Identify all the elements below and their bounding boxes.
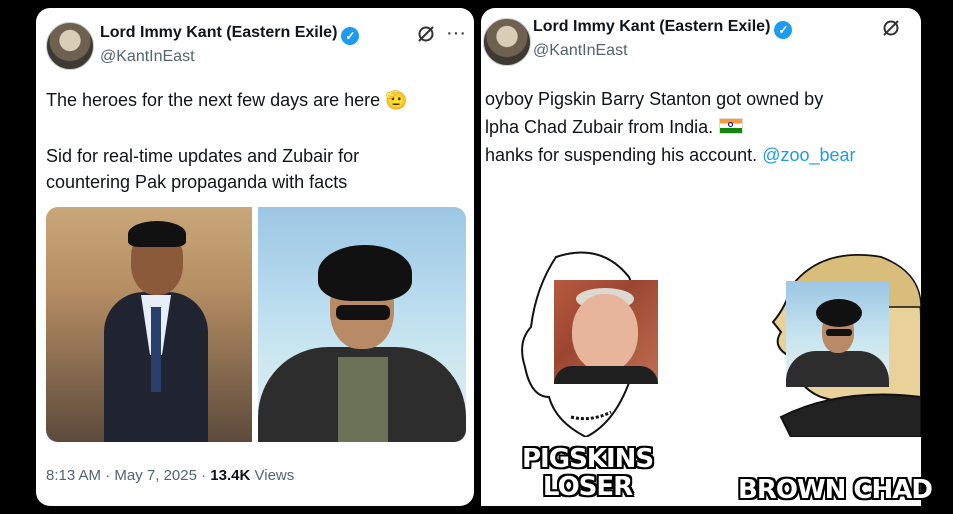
tweet-text-line-2: lpha Chad Zubair from India. bbox=[485, 114, 744, 140]
sunglasses-shape bbox=[336, 305, 390, 320]
author-name-text[interactable]: Lord Immy Kant (Eastern Exile) bbox=[533, 18, 770, 35]
tweet-meta: 8:13 AM · May 7, 2025 · 13.4K Views bbox=[46, 467, 294, 484]
hair-shape bbox=[318, 245, 412, 301]
grok-icon[interactable] bbox=[881, 18, 901, 44]
photo-man-with-sunglasses-small bbox=[786, 281, 889, 387]
photo-man-with-sunglasses[interactable] bbox=[258, 207, 466, 442]
tweet-date[interactable]: May 7, 2025 bbox=[114, 467, 197, 484]
tee-shape bbox=[338, 357, 388, 442]
tweet-media[interactable] bbox=[46, 207, 466, 442]
tweet-text-line-1: oyboy Pigskin Barry Stanton got owned by bbox=[485, 89, 824, 109]
tweet-time[interactable]: 8:13 AM bbox=[46, 467, 101, 484]
photo-old-man bbox=[554, 280, 658, 384]
grok-icon[interactable] bbox=[416, 24, 436, 50]
hair-shape bbox=[128, 221, 186, 247]
author-name[interactable]: Lord Immy Kant (Eastern Exile) ✓ bbox=[533, 18, 793, 39]
jacket-shape bbox=[786, 351, 889, 387]
head-shape bbox=[572, 294, 638, 372]
meme-caption-left-2: LOSER bbox=[542, 472, 633, 502]
tweet-text-2: lpha Chad Zubair from India. bbox=[485, 117, 714, 137]
meme-caption-right: BROWN CHAD bbox=[738, 475, 933, 505]
views-count: 13.4K bbox=[210, 467, 251, 484]
tweet-text-3: hanks for suspending his account. bbox=[485, 145, 758, 165]
separator: · bbox=[105, 467, 111, 484]
tweet-card-right[interactable]: Lord Immy Kant (Eastern Exile) ✓ @KantInE… bbox=[481, 8, 921, 506]
body-shape bbox=[554, 366, 658, 384]
sunglasses-shape bbox=[826, 329, 852, 336]
photo-man-in-suit[interactable] bbox=[46, 207, 252, 442]
meme-caption-left: PIGSKINS LOSER bbox=[522, 444, 654, 502]
india-flag-icon bbox=[719, 118, 744, 134]
author-avatar[interactable] bbox=[46, 22, 94, 70]
author-name-text[interactable]: Lord Immy Kant (Eastern Exile) bbox=[100, 24, 337, 41]
tweet-card-left[interactable]: Lord Immy Kant (Eastern Exile) ✓ @KantInE… bbox=[36, 8, 474, 506]
more-icon[interactable]: ··· bbox=[446, 22, 466, 45]
hair-shape bbox=[816, 299, 862, 327]
tweet-text-line-3: countering Pak propaganda with facts bbox=[46, 172, 348, 192]
author-name[interactable]: Lord Immy Kant (Eastern Exile) ✓ bbox=[100, 24, 360, 45]
views-label: Views bbox=[254, 467, 295, 484]
mention-link[interactable]: @zoo_bear bbox=[762, 145, 855, 165]
tweet-text-line-1: The heroes for the next few days are her… bbox=[46, 87, 408, 113]
tie-shape bbox=[151, 307, 161, 392]
meme-caption-left-1: PIGSKINS bbox=[522, 444, 654, 474]
saluting-face-icon: 🫡 bbox=[385, 90, 408, 110]
separator: · bbox=[201, 467, 207, 484]
verified-badge-icon: ✓ bbox=[774, 21, 793, 39]
tweet-text-line-3: hanks for suspending his account. @zoo_b… bbox=[485, 142, 856, 168]
author-handle[interactable]: @KantInEast bbox=[533, 42, 628, 60]
verified-badge-icon: ✓ bbox=[341, 27, 360, 45]
author-handle[interactable]: @KantInEast bbox=[100, 48, 195, 66]
author-avatar[interactable] bbox=[483, 18, 531, 66]
tweet-text-line-2: Sid for real-time updates and Zubair for bbox=[46, 146, 360, 166]
tweet-text-1: The heroes for the next few days are her… bbox=[46, 90, 381, 110]
